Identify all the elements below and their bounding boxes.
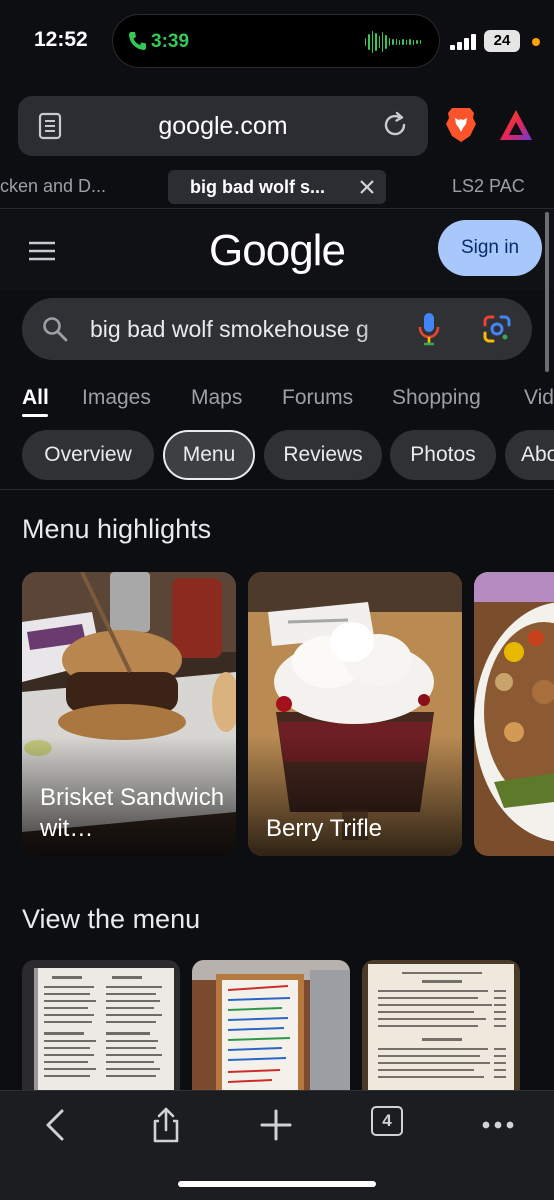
search-filter-tabs: All Images Maps Forums Shopping Vid xyxy=(0,380,554,420)
privacy-dot xyxy=(532,38,540,46)
tab-all[interactable]: All xyxy=(22,386,49,410)
menu-photo-card[interactable] xyxy=(22,960,180,1092)
chip-photos[interactable]: Photos xyxy=(390,430,496,480)
brave-shields-icon[interactable] xyxy=(444,106,478,144)
tab-forums[interactable]: Forums xyxy=(282,386,353,410)
address-bar[interactable]: google.com xyxy=(18,96,428,156)
menu-highlight-card[interactable]: Brisket Sandwich wit… xyxy=(22,572,236,856)
tab-current[interactable]: big bad wolf s... xyxy=(168,170,386,204)
menu-highlight-card[interactable] xyxy=(474,572,554,856)
entity-chips: Overview Menu Reviews Photos Abo xyxy=(0,430,554,482)
menu-item-name: Brisket Sandwich wit… xyxy=(40,784,225,842)
printed-menu-photo xyxy=(22,960,180,1092)
tab-images[interactable]: Images xyxy=(82,386,151,410)
tab-maps[interactable]: Maps xyxy=(191,386,242,410)
brave-rewards-icon[interactable] xyxy=(498,108,534,142)
tab-next[interactable]: LS2 PAC xyxy=(452,176,525,197)
menu-item-name: Berry Trifle xyxy=(266,815,383,842)
new-tab-plus-icon[interactable] xyxy=(256,1105,296,1145)
search-fade xyxy=(352,306,422,352)
chip-menu[interactable]: Menu xyxy=(163,430,255,480)
close-tab-icon[interactable] xyxy=(356,176,378,198)
battery-indicator: 24 xyxy=(484,30,520,52)
specials-board-photo xyxy=(192,960,350,1092)
tab-shopping[interactable]: Shopping xyxy=(392,386,481,410)
status-bar: 12:52 3:39 24 xyxy=(0,0,554,86)
more-options-icon[interactable] xyxy=(478,1105,518,1145)
chip-overview[interactable]: Overview xyxy=(22,430,154,480)
sign-in-button[interactable]: Sign in xyxy=(438,220,542,276)
tab-previous[interactable]: cken and D... xyxy=(0,176,150,197)
menu-photos-carousel[interactable] xyxy=(0,960,554,1092)
tab-switcher-button[interactable]: 4 xyxy=(371,1106,403,1136)
divider xyxy=(0,489,554,490)
share-icon[interactable] xyxy=(146,1105,186,1145)
menu-highlights-carousel[interactable]: Brisket Sandwich wit… Berry Trifle xyxy=(0,572,554,858)
google-lens-icon[interactable] xyxy=(482,314,512,344)
home-indicator[interactable] xyxy=(178,1181,376,1187)
google-header: Google Sign in xyxy=(0,210,554,290)
chip-reviews[interactable]: Reviews xyxy=(264,430,382,480)
menu-highlight-card[interactable]: Berry Trifle xyxy=(248,572,462,856)
pulled-pork-platter-photo xyxy=(474,572,554,856)
reload-icon[interactable] xyxy=(380,110,410,140)
printed-menu-photo xyxy=(362,960,520,1092)
scrollbar[interactable] xyxy=(545,212,549,372)
active-tab-indicator xyxy=(22,414,48,417)
phone-icon xyxy=(129,32,146,50)
search-icon xyxy=(43,317,68,342)
tab-strip: cken and D... big bad wolf s... LS2 PAC xyxy=(0,168,554,208)
menu-photo-card[interactable] xyxy=(192,960,350,1092)
call-duration: 3:39 xyxy=(151,31,190,52)
audio-waveform-icon xyxy=(365,31,421,53)
microphone-icon[interactable] xyxy=(418,312,440,346)
view-menu-heading: View the menu xyxy=(22,904,201,934)
search-input[interactable]: big bad wolf smokehouse g xyxy=(22,298,532,360)
chip-about[interactable]: Abo xyxy=(505,430,554,480)
status-time: 12:52 xyxy=(34,28,88,51)
dynamic-island[interactable]: 3:39 xyxy=(112,14,440,68)
tab-videos[interactable]: Vid xyxy=(524,386,554,410)
url-text[interactable]: google.com xyxy=(18,112,428,141)
menu-highlights-heading: Menu highlights xyxy=(22,514,212,544)
back-arrow-icon[interactable] xyxy=(36,1105,76,1145)
divider xyxy=(0,208,554,209)
menu-photo-card[interactable] xyxy=(362,960,520,1092)
tab-current-label: big bad wolf s... xyxy=(190,177,325,197)
cellular-signal-icon xyxy=(450,34,476,50)
